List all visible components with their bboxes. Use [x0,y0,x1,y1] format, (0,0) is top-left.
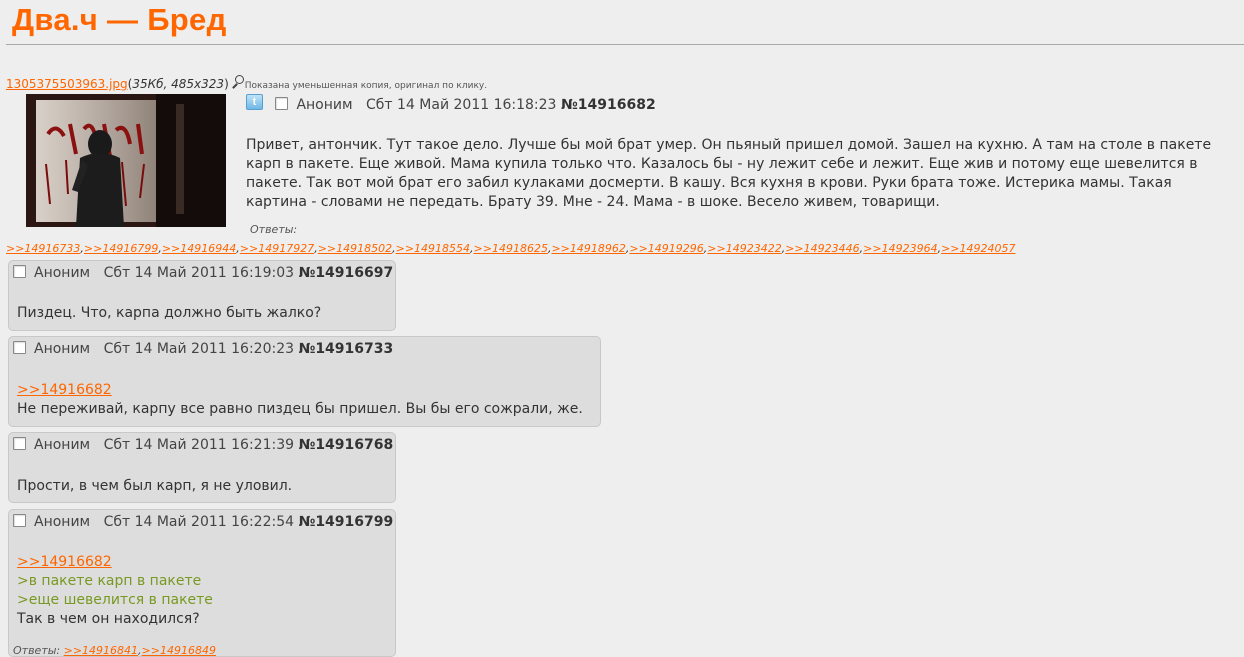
reply-header: Аноним Сбт 14 Май 2011 16:22:54 №1491679… [13,514,393,530]
reply-backlink[interactable]: >>14916944 [162,242,236,255]
poster-name: Аноним [34,265,91,281]
reply-header: Аноним Сбт 14 Май 2011 16:21:39 №1491676… [13,437,393,453]
reply-body: >>14916682 Не переживай, карпу все равно… [17,381,583,419]
reply-header: Аноним Сбт 14 Май 2011 16:20:23 №1491673… [13,341,393,357]
post-date: Сбт 14 Май 2011 16:18:23 [366,97,557,113]
op-post-header: Аноним Сбт 14 Май 2011 16:18:23 №1491668… [275,97,656,113]
reply-post: Аноним Сбт 14 Май 2011 16:21:39 №1491676… [8,432,396,503]
reply-body: Пиздец. Что, карпа должно быть жалко? [17,304,321,323]
post-number[interactable]: №14916799 [298,514,393,530]
poster-name: Аноним [34,514,91,530]
greentext-quote: >еще шевелится в пакете [17,592,213,608]
reply-backlink[interactable]: >>14918625 [474,242,548,255]
reply-text: Не переживай, карпу все равно пиздец бы … [17,401,583,417]
header-divider [6,44,1244,45]
reply-backlink[interactable]: >>14916841 [64,644,138,657]
post-number[interactable]: №14916682 [561,97,656,113]
post-date: Сбт 14 Май 2011 16:22:54 [103,514,295,530]
file-meta: 35Кб, 485x323 [132,77,225,91]
op-post-text: Привет, антончик. Тут такое дело. Лучше … [246,137,1212,210]
reply-text: Пиздец. Что, карпа должно быть жалко? [17,305,322,321]
reply-reference-link[interactable]: >>14916682 [17,381,583,400]
magnifier-icon[interactable] [231,75,245,89]
reply-post: Аноним Сбт 14 Май 2011 16:22:54 №1491679… [8,509,396,657]
reply-body: >>14916682 >в пакете карп в пакете >еще … [17,553,213,629]
greentext-quote: >в пакете карп в пакете [17,573,202,589]
post-date: Сбт 14 Май 2011 16:20:23 [103,341,295,357]
post-select-checkbox[interactable] [275,97,288,110]
post-number[interactable]: №14916768 [298,437,393,453]
twitter-share-icon[interactable]: t [246,94,263,110]
reply-backlink[interactable]: >>14923446 [785,242,859,255]
file-info: 1305375503963.jpg(35Кб, 485x323) Показана… [6,75,488,91]
poster-name: Аноним [296,97,353,113]
reply-backlink[interactable]: >>14924057 [941,242,1015,255]
reply-backlink[interactable]: >>14917927 [240,242,314,255]
reply-backlink[interactable]: >>14916799 [84,242,158,255]
post-select-checkbox[interactable] [13,265,26,278]
poster-name: Аноним [34,437,91,453]
post-select-checkbox[interactable] [13,341,26,354]
op-thumbnail-image[interactable] [26,94,226,227]
reply-body: Прости, в чем был карп, я не уловил. [17,477,292,496]
op-reply-links: >>14916733,>>14916799,>>14916944,>>14917… [6,242,1015,255]
reply-backlink[interactable]: >>14919296 [629,242,703,255]
reply-replies: Ответы: >>14916841,>>14916849 [13,644,216,657]
reply-text: Прости, в чем был карп, я не уловил. [17,478,293,494]
board-title: Два.ч — Бред [12,2,227,37]
reply-backlink[interactable]: >>14918554 [396,242,470,255]
thumbnail-picture [26,94,226,227]
op-replies-label: Ответы: [250,223,298,236]
reply-header: Аноним Сбт 14 Май 2011 16:19:03 №1491669… [13,265,393,281]
replies-label: Ответы: [13,644,61,657]
post-date: Сбт 14 Май 2011 16:19:03 [103,265,295,281]
thumbnail-hint: Показана уменьшенная копия, оригинал по … [244,81,488,91]
reply-backlink[interactable]: >>14918962 [551,242,625,255]
post-number[interactable]: №14916697 [298,265,393,281]
reply-backlink[interactable]: >>14916849 [142,644,216,657]
post-number[interactable]: №14916733 [298,341,393,357]
reply-post: Аноним Сбт 14 Май 2011 16:20:23 №1491673… [8,336,601,427]
post-select-checkbox[interactable] [13,437,26,450]
reply-backlink[interactable]: >>14918502 [318,242,392,255]
reply-text: Так в чем он находился? [17,611,200,627]
post-date: Сбт 14 Май 2011 16:21:39 [103,437,295,453]
reply-backlink[interactable]: >>14923422 [707,242,781,255]
reply-backlink[interactable]: >>14923964 [863,242,937,255]
file-link[interactable]: 1305375503963.jpg [6,77,128,91]
reply-post: Аноним Сбт 14 Май 2011 16:19:03 №1491669… [8,260,396,331]
post-select-checkbox[interactable] [13,514,26,527]
reply-reference-link[interactable]: >>14916682 [17,553,213,572]
poster-name: Аноним [34,341,91,357]
reply-backlink[interactable]: >>14916733 [6,242,80,255]
